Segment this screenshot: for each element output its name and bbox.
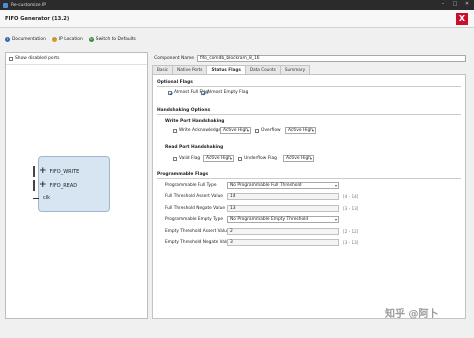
checkbox-box[interactable] [173, 128, 177, 133]
folder-icon [51, 36, 57, 42]
config-panel: Component Name fifo_comdb_blockram_8_16 … [150, 52, 468, 319]
almost-empty-checkbox[interactable]: Almost Empty Flag [201, 90, 248, 95]
component-name-input[interactable]: fifo_comdb_blockram_8_16 [197, 54, 466, 62]
checkbox-box[interactable] [255, 128, 259, 133]
show-disabled-ports-checkbox[interactable]: Show disabled ports [9, 56, 59, 61]
write-ack-label: Write Acknowledge [179, 128, 222, 133]
component-name-row: Component Name fifo_comdb_blockram_8_16 [150, 52, 468, 64]
write-ack-checkbox[interactable]: Write Acknowledge [173, 128, 221, 133]
empty-assert-range: [2 - 12] [343, 229, 359, 234]
refresh-icon: ↻ [88, 36, 94, 42]
window-titlebar: Re-customize IP – □ ✕ [0, 0, 474, 10]
divider [157, 178, 461, 179]
checkbox-box[interactable] [168, 90, 172, 95]
watermark-text: 知乎 @阿卜 [385, 309, 439, 320]
tab-status-flags[interactable]: Status Flags [206, 65, 246, 74]
status-flags-panel: Optional Flags Almost Full Flag Almost E… [152, 74, 466, 319]
empty-negate-label: Empty Threshold Negate Value [165, 240, 232, 245]
prog-full-type-select[interactable]: No Programmable Full Threshold [227, 182, 339, 189]
underflow-checkbox[interactable]: Underflow Flag [238, 156, 277, 161]
divider [6, 64, 147, 65]
minimize-icon[interactable]: – [438, 1, 448, 8]
empty-assert-label: Empty Threshold Assert Value [165, 229, 230, 234]
component-name-label: Component Name [154, 55, 194, 61]
full-assert-input[interactable]: 14 [227, 193, 339, 200]
valid-flag-select[interactable]: Active High [203, 155, 234, 162]
ip-block-symbol: + FIFO_WRITE + FIFO_READ clk [33, 156, 110, 212]
overflow-checkbox[interactable]: Overflow [255, 128, 281, 133]
divider [157, 86, 461, 87]
maximize-icon[interactable]: □ [450, 1, 460, 8]
toolbar: i Documentation IP Location ↻ Switch to … [0, 34, 474, 44]
full-assert-range: [4 - 14] [343, 194, 359, 199]
empty-negate-input[interactable]: 3 [227, 239, 339, 246]
bus-bar-icon [33, 166, 35, 177]
prog-empty-type-label: Programmable Empty Type [165, 217, 223, 222]
port-fifo-read[interactable]: + FIFO_READ [33, 180, 77, 191]
expand-plus-icon[interactable]: + [39, 167, 47, 176]
show-disabled-ports-label: Show disabled ports [15, 56, 60, 61]
bottom-bar [0, 330, 474, 338]
tab-data-counts[interactable]: Data Counts [244, 65, 281, 74]
app-logo-icon [3, 2, 8, 8]
tab-basic[interactable]: Basic [152, 65, 174, 74]
switch-defaults-button[interactable]: ↻ Switch to Defaults [88, 36, 136, 42]
valid-flag-label: Valid Flag [179, 156, 201, 161]
overflow-select[interactable]: Active High [285, 127, 316, 134]
write-ack-select[interactable]: Active High [220, 127, 251, 134]
handshaking-title: Handshaking Options [157, 108, 211, 113]
documentation-label: Documentation [12, 36, 46, 42]
xilinx-logo-icon: X [456, 13, 468, 25]
expand-plus-icon[interactable]: + [39, 181, 47, 190]
full-negate-range: [3 - 13] [343, 206, 359, 211]
watermark: 知乎 @阿卜 [385, 305, 438, 320]
port-label: clk [43, 195, 51, 201]
empty-negate-range: [3 - 13] [343, 240, 359, 245]
full-negate-input[interactable]: 13 [227, 205, 339, 212]
checkbox-box[interactable] [238, 156, 242, 161]
valid-flag-checkbox[interactable]: Valid Flag [173, 156, 200, 161]
pin-line-icon [33, 197, 39, 199]
empty-assert-input[interactable]: 2 [227, 228, 339, 235]
dialog-header: FIFO Generator (13.2) X [0, 10, 474, 28]
ip-location-button[interactable]: IP Location [51, 36, 83, 42]
port-label: FIFO_READ [49, 182, 78, 189]
underflow-label: Underflow Flag [244, 156, 277, 161]
book-icon: i [5, 36, 10, 42]
prog-full-type-label: Programmable Full Type [165, 183, 217, 188]
window-title: Re-customize IP [11, 2, 46, 8]
port-label: FIFO_WRITE [49, 168, 80, 175]
full-assert-label: Full Threshold Assert Value [165, 194, 223, 199]
tab-bar: Basic Native Ports Status Flags Data Cou… [152, 65, 311, 74]
checkbox-box[interactable] [173, 156, 177, 161]
optional-flags-title: Optional Flags [157, 80, 193, 85]
bus-bar-icon [33, 180, 35, 191]
prog-empty-type-select[interactable]: No Programmable Empty Threshold [227, 216, 339, 223]
divider [157, 114, 461, 115]
checkbox-box[interactable] [201, 90, 205, 95]
full-negate-label: Full Threshold Negate Value [165, 206, 225, 211]
overflow-label: Overflow [261, 128, 281, 133]
write-handshaking-title: Write Port Handshaking [165, 119, 225, 124]
read-handshaking-title: Read Port Handshaking [165, 145, 224, 150]
port-clk: clk [33, 195, 50, 201]
underflow-select[interactable]: Active High [283, 155, 314, 162]
ip-location-label: IP Location [58, 36, 83, 42]
checkbox-box[interactable] [9, 56, 13, 61]
close-icon[interactable]: ✕ [462, 1, 472, 8]
tab-summary[interactable]: Summary [279, 65, 311, 74]
documentation-button[interactable]: i Documentation [5, 36, 46, 42]
programmable-flags-title: Programmable Flags [157, 172, 209, 177]
port-fifo-write[interactable]: + FIFO_WRITE [33, 166, 79, 177]
page-title: FIFO Generator (13.2) [5, 16, 70, 22]
tab-native-ports[interactable]: Native Ports [172, 65, 208, 74]
switch-defaults-label: Switch to Defaults [95, 36, 136, 42]
almost-empty-label: Almost Empty Flag [207, 90, 249, 95]
